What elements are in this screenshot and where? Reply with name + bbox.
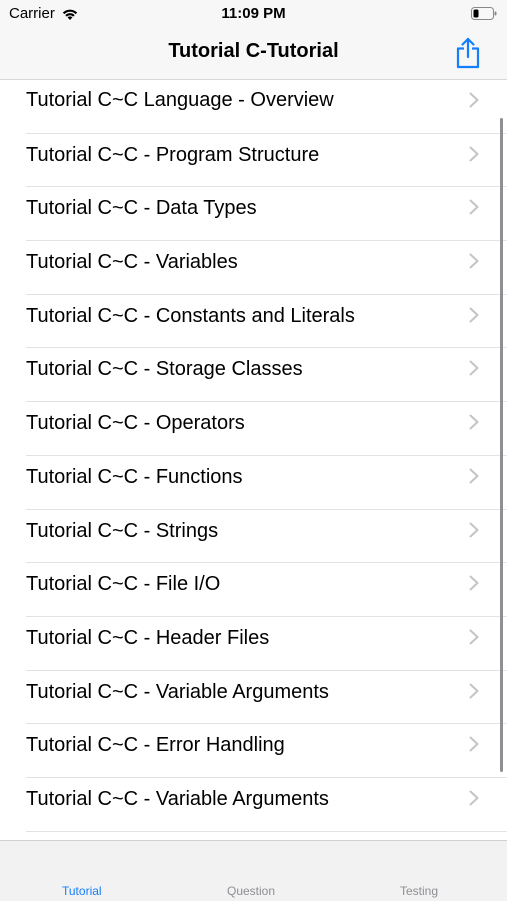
list-item[interactable]: Tutorial C~C - Variables xyxy=(26,241,507,295)
list-item-label: Tutorial C~C - Functions xyxy=(26,465,243,488)
list-item[interactable]: Tutorial C~C - Variable Arguments xyxy=(26,778,507,832)
chevron-right-icon xyxy=(469,790,479,806)
page-title: Tutorial C-Tutorial xyxy=(168,40,339,62)
list-item-label: Tutorial C~C - Variable Arguments xyxy=(26,680,329,703)
list-item-label: Tutorial C~C - File I/O xyxy=(26,573,221,596)
chevron-right-icon xyxy=(469,468,479,484)
list-item-label: Tutorial C~C - Data Types xyxy=(26,197,257,220)
chevron-right-icon xyxy=(469,199,479,215)
status-bar: Carrier 11:09 PM xyxy=(0,0,507,28)
chevron-right-icon xyxy=(469,360,479,376)
tab-question[interactable]: Question xyxy=(227,884,275,898)
list-item-label: Tutorial C~C - Variables xyxy=(26,251,238,274)
list-item-label: Tutorial C~C - Error Handling xyxy=(26,734,285,757)
list-item[interactable]: Tutorial C~C Language - Overview xyxy=(26,80,507,134)
list-item[interactable]: Tutorial C~C - Header Files xyxy=(26,617,507,671)
list-item[interactable]: Tutorial C~C - Error Handling xyxy=(26,724,507,778)
chevron-right-icon xyxy=(469,92,479,108)
list-item-label: Tutorial C~C - Constants and Literals xyxy=(26,304,355,327)
chevron-right-icon xyxy=(469,736,479,752)
share-icon[interactable] xyxy=(455,37,481,69)
status-time: 11:09 PM xyxy=(221,5,286,22)
tutorial-list[interactable]: Tutorial C~C Language - Overview Tutoria… xyxy=(0,80,507,837)
list-item[interactable]: Tutorial C~C - Data Types xyxy=(26,187,507,242)
chevron-right-icon xyxy=(469,307,479,323)
list-item-label: Tutorial C~C - Storage Classes xyxy=(26,358,303,381)
list-item-label: Tutorial C~C - Strings xyxy=(26,519,219,542)
list-item[interactable]: Tutorial C~C - Program Structure xyxy=(26,134,507,188)
list-item[interactable]: Tutorial C~C - Strings xyxy=(26,510,507,564)
list-item-label: Tutorial C~C - Program Structure xyxy=(26,143,320,166)
chevron-right-icon xyxy=(469,146,479,162)
nav-bar: Tutorial C-Tutorial xyxy=(0,28,507,80)
chevron-right-icon xyxy=(469,414,479,430)
battery-low-icon xyxy=(471,7,497,20)
chevron-right-icon xyxy=(469,629,479,645)
list-item-label: Tutorial C~C Language - Overview xyxy=(26,89,334,111)
list-item-label: Tutorial C~C - Variable Arguments xyxy=(26,787,329,810)
list-item[interactable]: Tutorial C~C - Variable Arguments xyxy=(26,671,507,725)
chevron-right-icon xyxy=(469,522,479,537)
chevron-right-icon xyxy=(469,575,479,591)
list-item[interactable]: Tutorial C~C - Functions xyxy=(26,456,507,510)
chevron-right-icon xyxy=(469,253,479,269)
tab-tutorial[interactable]: Tutorial xyxy=(62,884,102,898)
list-item-label: Tutorial C~C - Operators xyxy=(26,412,245,435)
scroll-indicator[interactable] xyxy=(500,118,503,772)
list-item[interactable]: Tutorial C~C - Storage Classes xyxy=(26,348,507,403)
chevron-right-icon xyxy=(469,683,479,699)
list-item[interactable]: Tutorial C~C - Constants and Literals xyxy=(26,295,507,349)
list-item-label: Tutorial C~C - Header Files xyxy=(26,626,270,649)
list-item[interactable]: Tutorial C~C - File I/O xyxy=(26,563,507,617)
tab-bar: Tutorial Question Testing xyxy=(0,840,507,901)
list-item[interactable]: Tutorial C~C - Operators xyxy=(26,402,507,456)
tab-testing[interactable]: Testing xyxy=(400,884,438,898)
